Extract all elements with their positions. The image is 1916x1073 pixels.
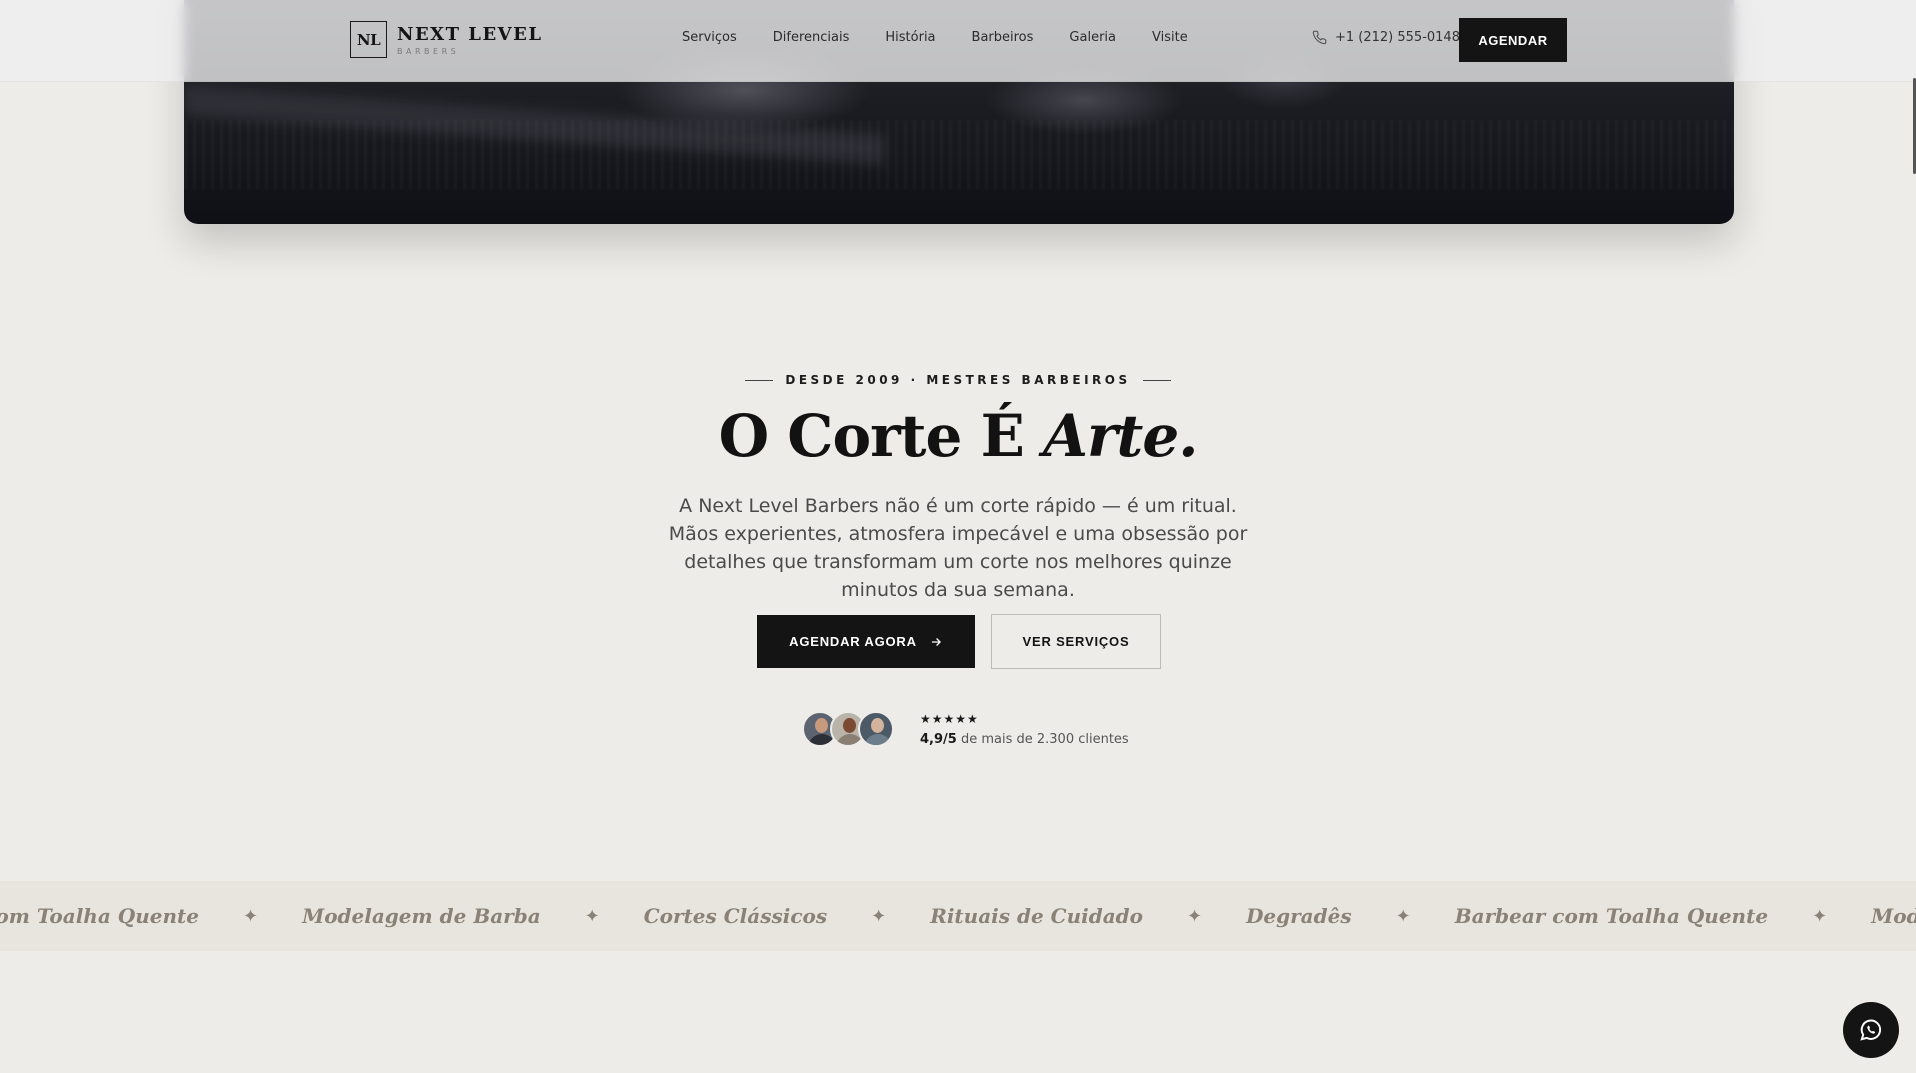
nav-servicos[interactable]: Serviços: [682, 30, 737, 45]
marquee-item: Degradês: [1246, 904, 1352, 928]
services-marquee: ear com Toalha Quente ✦ Modelagem de Bar…: [0, 881, 1916, 951]
site-header: NL NEXT LEVEL BARBERS Serviços Diferenci…: [0, 0, 1916, 82]
marquee-item: Modelagem de Barba: [1871, 904, 1916, 928]
nav-galeria[interactable]: Galeria: [1069, 30, 1116, 45]
whatsapp-button[interactable]: [1843, 1002, 1899, 1058]
phone-link[interactable]: +1 (212) 555-0148: [1312, 30, 1460, 45]
hero-title-italic: Arte.: [1042, 402, 1198, 470]
rating-score: 4,9/5: [920, 731, 957, 747]
main-nav: Serviços Diferenciais História Barbeiros…: [682, 30, 1188, 45]
header-book-button[interactable]: AGENDAR: [1459, 18, 1567, 62]
sparkle-icon: ✦: [242, 905, 259, 927]
eyebrow-line-right: [1142, 379, 1171, 381]
marquee-item: Modelagem de Barba: [302, 904, 541, 928]
logo-name: NEXT LEVEL: [397, 23, 543, 45]
nav-barbeiros[interactable]: Barbeiros: [972, 30, 1034, 45]
rating-summary: 4,9/5 de mais de 2.300 clientes: [920, 732, 1129, 747]
arrow-right-icon: [931, 637, 941, 646]
rating-stars: ★★★★★: [920, 711, 979, 726]
hero-image-texture: [184, 120, 1734, 190]
marquee-track: ear com Toalha Quente ✦ Modelagem de Bar…: [0, 881, 1916, 951]
logo-mark: NL: [350, 21, 387, 58]
sparkle-icon: ✦: [584, 905, 600, 927]
eyebrow-text: DESDE 2009 · MESTRES BARBEIROS: [785, 373, 1131, 387]
avatar: [858, 711, 894, 747]
rating-text: de mais de 2.300 clientes: [960, 731, 1129, 747]
marquee-item: Barbear com Toalha Quente: [1454, 904, 1769, 928]
sparkle-icon: ✦: [1812, 905, 1828, 927]
marquee-item: Cortes Clássicos: [643, 904, 828, 928]
book-now-label: AGENDAR AGORA: [789, 634, 917, 649]
nav-diferenciais[interactable]: Diferenciais: [773, 30, 850, 45]
book-now-button[interactable]: AGENDAR AGORA: [757, 615, 975, 668]
hero-title-main: O Corte É: [718, 402, 1025, 470]
hero-title: O Corte É Arte.: [0, 402, 1916, 470]
logo-subtitle: BARBERS: [397, 46, 460, 56]
hero-lead: A Next Level Barbers não é um corte rápi…: [668, 495, 1248, 601]
whatsapp-icon: [1860, 1019, 1882, 1041]
sparkle-icon: ✦: [871, 905, 887, 927]
marquee-item: Rituais de Cuidado: [930, 904, 1143, 928]
eyebrow-line-left: [745, 379, 774, 381]
hero-eyebrow: DESDE 2009 · MESTRES BARBEIROS: [0, 373, 1916, 387]
marquee-item: ear com Toalha Quente: [0, 904, 199, 928]
customer-avatars: [802, 711, 894, 747]
nav-visite[interactable]: Visite: [1152, 30, 1188, 45]
nav-historia[interactable]: História: [885, 30, 935, 45]
social-proof: ★★★★★ 4,9/5 de mais de 2.300 clientes: [802, 711, 1129, 747]
sparkle-icon: ✦: [1395, 905, 1411, 927]
sparkle-icon: ✦: [1186, 905, 1203, 927]
logo[interactable]: NL NEXT LEVEL BARBERS: [350, 21, 543, 58]
rating: ★★★★★ 4,9/5 de mais de 2.300 clientes: [920, 712, 1129, 747]
view-services-button[interactable]: VER SERVIÇOS: [991, 614, 1161, 669]
phone-number: +1 (212) 555-0148: [1335, 30, 1460, 45]
phone-icon: [1312, 30, 1327, 45]
